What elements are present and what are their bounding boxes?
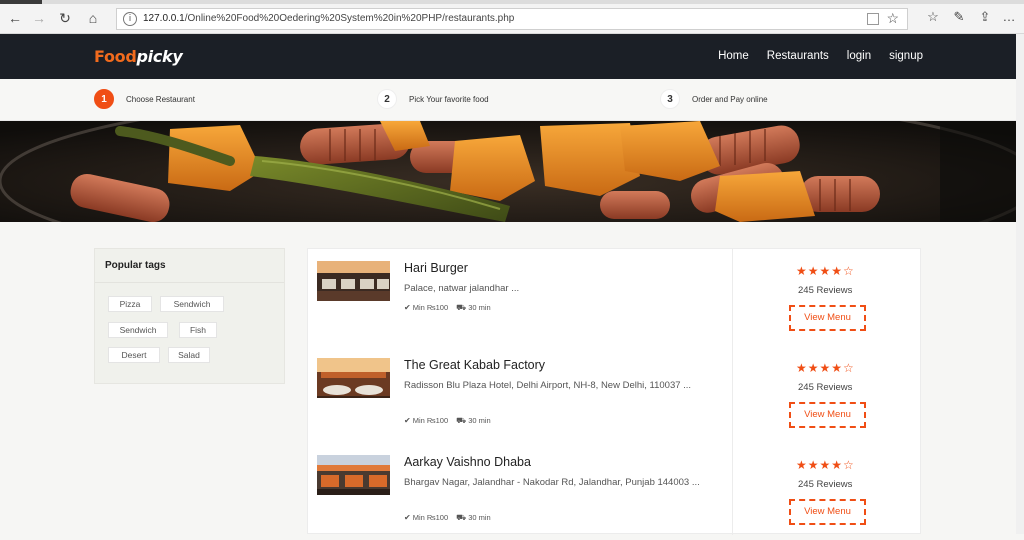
step-number: 3 (660, 89, 680, 109)
restaurant-thumbnail[interactable] (317, 261, 390, 301)
motorcycle-icon: ⛟ (456, 513, 467, 522)
pen-icon[interactable]: ✎ (950, 9, 968, 25)
url-host: 127.0.0.1 (143, 13, 185, 24)
tag-desert[interactable]: Desert (108, 347, 160, 363)
check-icon: ✔ (404, 303, 411, 312)
refresh-icon[interactable]: ↻ (56, 9, 74, 27)
tag-pizza[interactable]: Pizza (108, 296, 152, 312)
motorcycle-icon: ⛟ (456, 416, 467, 425)
logo-part-2: picky (136, 47, 183, 66)
restaurant-name[interactable]: The Great Kabab Factory (404, 358, 545, 372)
popular-tags-panel: Popular tags Pizza Sendwich Sendwich Fis… (94, 248, 285, 384)
browser-toolbar: ← → ↻ ⌂ i 127.0.0.1/Online%20Food%20Oede… (0, 0, 1024, 34)
restaurant-thumbnail[interactable] (317, 455, 390, 495)
restaurant-item: Hari Burger Palace, natwar jalandhar ...… (308, 249, 922, 346)
popular-tags-title: Popular tags (95, 249, 284, 283)
hero-food-illustration (0, 121, 1024, 222)
more-icon[interactable]: … (1000, 9, 1018, 24)
star-empty-icon: ☆ (843, 264, 855, 278)
delivery-time: 30 min (468, 513, 491, 522)
url-path: /Online%20Food%20Oedering%20System%20in%… (184, 13, 515, 24)
min-order: Min ₨100 (412, 513, 449, 522)
min-order: Min ₨100 (412, 303, 449, 312)
restaurant-item: The Great Kabab Factory Radisson Blu Pla… (308, 346, 922, 443)
restaurant-photo (317, 358, 390, 398)
star-rating: ★★★★☆ (796, 264, 855, 278)
nav-signup[interactable]: signup (889, 50, 923, 62)
star-empty-icon: ☆ (843, 361, 855, 375)
min-order: Min ₨100 (412, 416, 449, 425)
page-scrollbar[interactable] (1016, 34, 1024, 534)
step-number: 2 (377, 89, 397, 109)
favorite-star-icon[interactable]: ☆ (886, 10, 899, 27)
favorites-icon[interactable]: ☆ (924, 9, 942, 25)
motorcycle-icon: ⛟ (456, 303, 467, 312)
star-empty-icon: ☆ (843, 458, 855, 472)
check-icon: ✔ (404, 513, 411, 522)
review-count: 245 Reviews (798, 285, 853, 296)
restaurant-photo (317, 455, 390, 495)
url-text[interactable]: 127.0.0.1/Online%20Food%20Oedering%20Sys… (143, 13, 514, 24)
nav-login[interactable]: login (847, 50, 871, 62)
star-rating: ★★★★☆ (796, 458, 855, 472)
star-icon: ★★★★ (796, 264, 844, 278)
tag-salad[interactable]: Salad (168, 347, 210, 363)
restaurant-item: Aarkay Vaishno Dhaba Bhargav Nagar, Jala… (308, 443, 922, 540)
restaurant-list: Hari Burger Palace, natwar jalandhar ...… (307, 248, 922, 535)
tab-strip (0, 0, 1024, 4)
restaurant-address: Palace, natwar jalandhar ... (404, 283, 520, 294)
order-steps: 1 Choose Restaurant 2 Pick Your favorite… (0, 79, 1024, 121)
tag-sendwich[interactable]: Sendwich (160, 296, 224, 312)
reader-icon[interactable] (867, 13, 879, 25)
step-number: 1 (94, 89, 114, 109)
info-icon[interactable]: i (123, 12, 137, 26)
star-icon: ★★★★ (796, 361, 844, 375)
main-nav: Home Restaurants login signup (718, 50, 923, 62)
step-1: 1 Choose Restaurant (94, 89, 195, 109)
restaurant-photo (317, 261, 390, 301)
review-count: 245 Reviews (798, 479, 853, 490)
delivery-time: 30 min (468, 416, 491, 425)
view-menu-button[interactable]: View Menu (789, 402, 866, 428)
back-icon[interactable]: ← (6, 9, 24, 27)
check-icon: ✔ (404, 416, 411, 425)
restaurant-meta: ✔ Min ₨100 ⛟ 30 min (404, 303, 491, 313)
step-2: 2 Pick Your favorite food (377, 89, 489, 109)
address-bar[interactable]: i 127.0.0.1/Online%20Food%20Oedering%20S… (116, 8, 908, 30)
restaurant-name[interactable]: Hari Burger (404, 261, 468, 275)
hero-banner-image (0, 121, 1024, 222)
restaurant-meta: ✔ Min ₨100 ⛟ 30 min (404, 513, 491, 523)
active-tab-indicator[interactable] (0, 0, 42, 4)
nav-home[interactable]: Home (718, 50, 749, 62)
step-3: 3 Order and Pay online (660, 89, 768, 109)
nav-restaurants[interactable]: Restaurants (767, 50, 829, 62)
view-menu-button[interactable]: View Menu (789, 305, 866, 331)
step-label: Order and Pay online (692, 94, 768, 104)
share-icon[interactable]: ⇪ (976, 9, 994, 25)
review-count: 245 Reviews (798, 382, 853, 393)
logo-part-1: Food (94, 47, 137, 66)
delivery-time: 30 min (468, 303, 491, 312)
step-label: Pick Your favorite food (409, 94, 489, 104)
restaurant-meta: ✔ Min ₨100 ⛟ 30 min (404, 416, 491, 426)
view-menu-button[interactable]: View Menu (789, 499, 866, 525)
restaurant-name[interactable]: Aarkay Vaishno Dhaba (404, 455, 531, 469)
star-icon: ★★★★ (796, 458, 844, 472)
tag-fish[interactable]: Fish (179, 322, 217, 338)
step-label: Choose Restaurant (126, 94, 195, 104)
restaurant-address: Bhargav Nagar, Jalandhar - Nakodar Rd, J… (404, 477, 700, 488)
forward-icon[interactable]: → (30, 9, 48, 27)
home-icon[interactable]: ⌂ (84, 9, 102, 27)
site-header: Foodpicky Home Restaurants login signup (0, 34, 1024, 79)
logo[interactable]: Foodpicky (94, 47, 183, 66)
restaurant-address: Radisson Blu Plaza Hotel, Delhi Airport,… (404, 380, 692, 391)
tag-sendwich[interactable]: Sendwich (108, 322, 168, 338)
star-rating: ★★★★☆ (796, 361, 855, 375)
restaurant-thumbnail[interactable] (317, 358, 390, 398)
